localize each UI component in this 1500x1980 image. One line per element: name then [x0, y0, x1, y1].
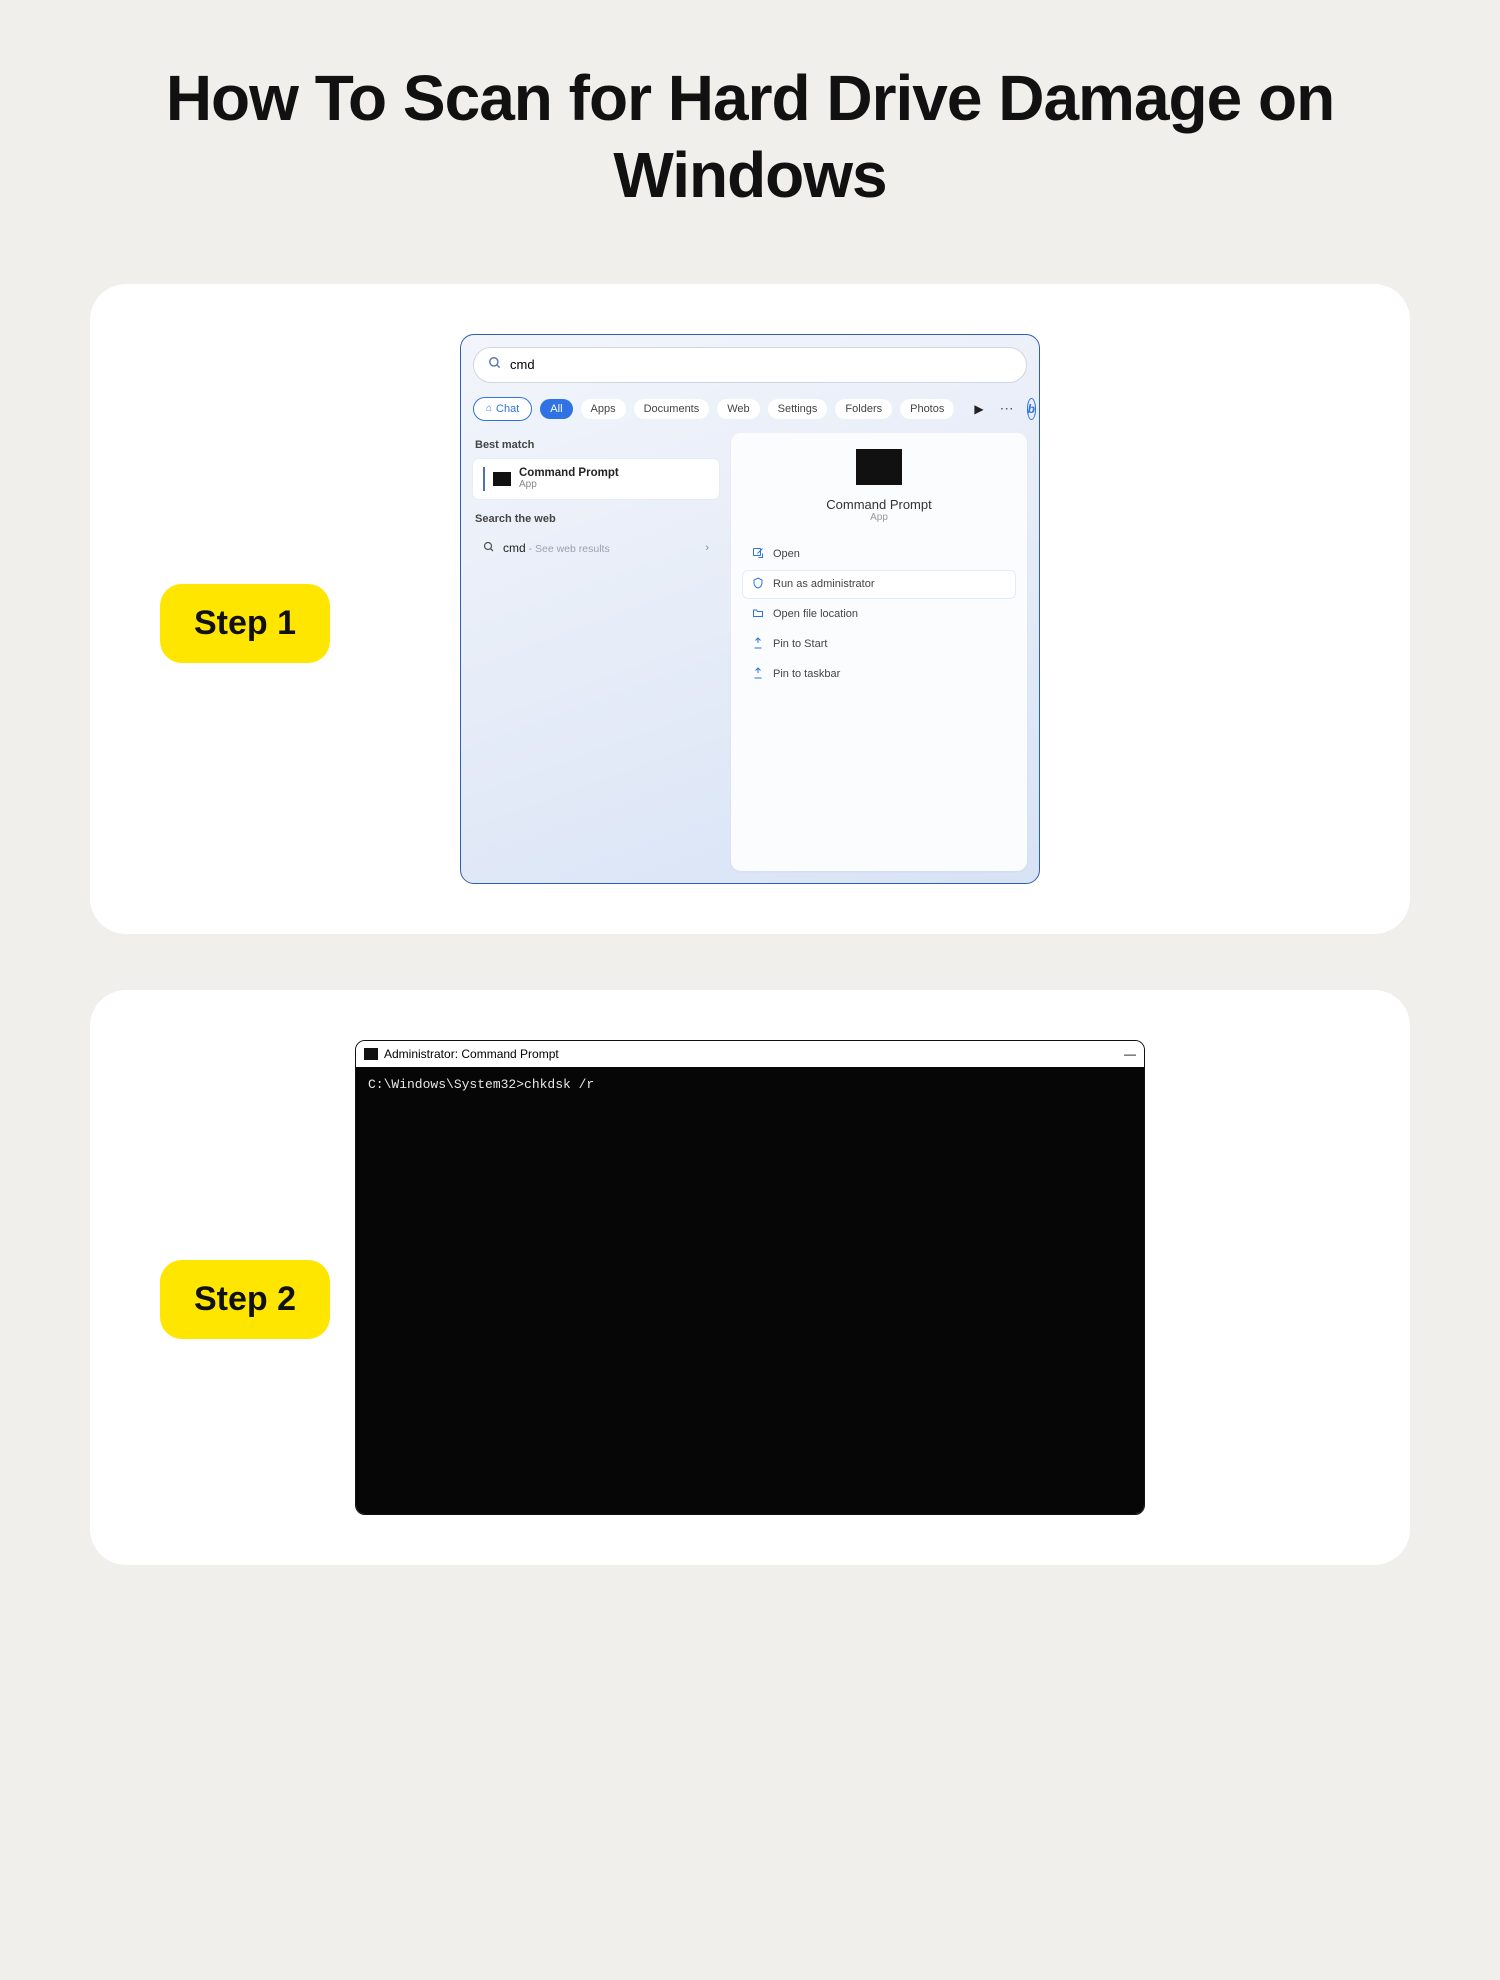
step-2-badge: Step 2	[160, 1260, 330, 1339]
step-2-card: Step 2 Administrator: Command Prompt — C…	[90, 990, 1410, 1565]
action-open-location[interactable]: Open file location	[743, 601, 1015, 628]
chevron-right-icon: ›	[705, 542, 709, 554]
windows-search-panel: ⌂ Chat All Apps Documents Web Settings F…	[460, 334, 1040, 884]
terminal-titlebar[interactable]: Administrator: Command Prompt —	[356, 1041, 1144, 1067]
terminal-line: C:\Windows\System32>chkdsk /r	[368, 1077, 1132, 1092]
action-open[interactable]: Open	[743, 541, 1015, 568]
search-icon	[488, 356, 502, 373]
terminal-body[interactable]: C:\Windows\System32>chkdsk /r	[356, 1067, 1144, 1514]
search-input[interactable]	[510, 357, 1012, 372]
page-title: How To Scan for Hard Drive Damage on Win…	[90, 60, 1410, 214]
filter-chat-label: Chat	[496, 403, 519, 415]
pin-icon	[751, 637, 765, 652]
details-subtitle: App	[870, 512, 888, 523]
action-pin-taskbar[interactable]: Pin to taskbar	[743, 661, 1015, 688]
action-pin-start-label: Pin to Start	[773, 638, 827, 650]
minimize-icon[interactable]: —	[1124, 1047, 1136, 1061]
selection-indicator	[483, 467, 485, 491]
action-open-location-label: Open file location	[773, 608, 858, 620]
filter-photos[interactable]: Photos	[900, 399, 954, 419]
action-pin-taskbar-label: Pin to taskbar	[773, 668, 840, 680]
filter-folders[interactable]: Folders	[835, 399, 892, 419]
web-result-term: cmd	[503, 541, 526, 555]
action-run-admin-label: Run as administrator	[773, 578, 875, 590]
action-run-admin[interactable]: Run as administrator	[743, 571, 1015, 598]
step-1-card: Step 1 ⌂ Chat All Apps Documents Web Set…	[90, 284, 1410, 934]
details-title: Command Prompt	[826, 497, 931, 512]
command-prompt-large-icon	[856, 449, 902, 485]
bing-icon[interactable]: b	[1027, 398, 1036, 420]
shield-icon	[751, 577, 765, 592]
results-left-column: Best match Command Prompt App Search the…	[473, 433, 719, 871]
pin-icon	[751, 667, 765, 682]
action-open-label: Open	[773, 548, 800, 560]
best-match-subtitle: App	[519, 479, 619, 490]
search-bar[interactable]	[473, 347, 1027, 383]
details-pane: Command Prompt App Open	[731, 433, 1027, 871]
play-icon[interactable]: ▶	[970, 402, 987, 416]
web-result-row[interactable]: cmd - See web results ›	[473, 533, 719, 564]
open-icon	[751, 547, 765, 562]
more-icon[interactable]: ⋯	[996, 400, 1019, 417]
chat-icon: ⌂	[486, 403, 492, 414]
best-match-title: Command Prompt	[519, 467, 619, 479]
best-match-item[interactable]: Command Prompt App	[473, 459, 719, 499]
folder-icon	[751, 607, 765, 622]
command-prompt-icon	[364, 1048, 378, 1060]
filter-chat[interactable]: ⌂ Chat	[473, 397, 532, 421]
command-prompt-window: Administrator: Command Prompt — C:\Windo…	[355, 1040, 1145, 1515]
terminal-title: Administrator: Command Prompt	[384, 1047, 559, 1061]
filter-row: ⌂ Chat All Apps Documents Web Settings F…	[473, 397, 1027, 421]
command-prompt-icon	[493, 472, 511, 486]
search-web-header: Search the web	[475, 513, 719, 525]
step-1-badge: Step 1	[160, 584, 330, 663]
filter-documents[interactable]: Documents	[634, 399, 710, 419]
action-pin-start[interactable]: Pin to Start	[743, 631, 1015, 658]
web-result-hint: - See web results	[526, 543, 610, 555]
filter-settings[interactable]: Settings	[768, 399, 828, 419]
filter-all[interactable]: All	[540, 399, 572, 419]
best-match-header: Best match	[475, 439, 719, 451]
filter-web[interactable]: Web	[717, 399, 759, 419]
filter-apps[interactable]: Apps	[581, 399, 626, 419]
search-icon	[483, 541, 495, 556]
